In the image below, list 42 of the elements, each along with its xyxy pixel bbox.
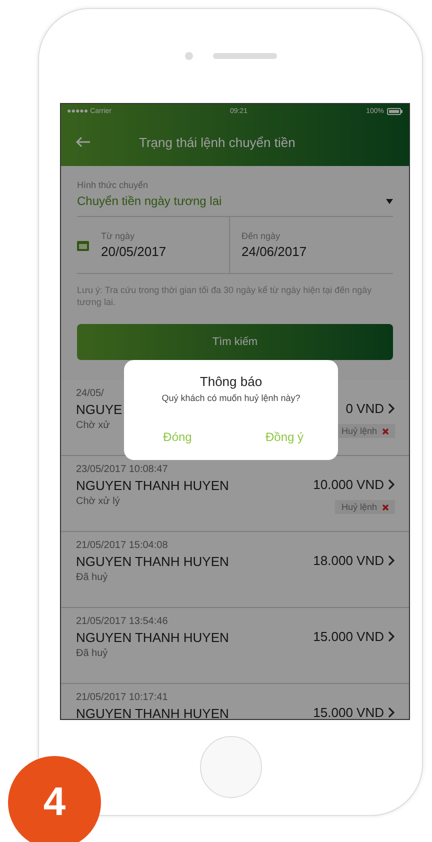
chevron-right-icon[interactable] xyxy=(388,479,395,490)
recipient-name: NGUYEN THANH HUYEN xyxy=(76,478,229,494)
order-amount: 0 VND xyxy=(346,401,384,416)
step-badge: 4 xyxy=(8,756,101,842)
order-row[interactable]: 21/05/2017 13:54:46 NGUYEN THANH HUYEN Đã huỷ 15.000 VND xyxy=(61,608,409,684)
caret-icon xyxy=(386,198,393,204)
order-status: Đã huỷ xyxy=(76,648,109,660)
search-button[interactable]: Tìm kiếm xyxy=(77,324,393,360)
chevron-right-icon[interactable] xyxy=(388,555,395,566)
order-row[interactable]: 21/05/2017 15:04:08 NGUYEN THANH HUYEN Đã huỷ 18.000 VND xyxy=(61,532,409,608)
chevron-right-icon[interactable] xyxy=(388,403,395,414)
order-amount: 18.000 VND xyxy=(313,553,384,568)
dialog-message: Quý khách có muốn huỷ lệnh này? xyxy=(162,393,300,403)
order-datetime: 21/05/2017 15:04:08 xyxy=(76,540,169,552)
recipient-name: NGUYEN THANH HUYEN xyxy=(76,554,229,570)
close-icon xyxy=(382,504,389,511)
order-status: Chờ xử xyxy=(76,420,111,432)
order-datetime: 24/05/ xyxy=(76,388,105,400)
order-status: Đã huỷ xyxy=(76,572,109,584)
order-amount: 15.000 VND xyxy=(313,705,384,719)
calendar-icon xyxy=(77,240,89,250)
order-datetime: 21/05/2017 10:17:41 xyxy=(76,692,169,704)
chevron-right-icon[interactable] xyxy=(388,707,395,718)
order-datetime: 23/05/2017 10:08:47 xyxy=(76,464,169,476)
order-amount: 15.000 VND xyxy=(313,629,384,644)
recipient-name: NGUYEN THANH HUYEN xyxy=(76,630,229,646)
order-amount: 10.000 VND xyxy=(313,477,384,492)
camera-icon xyxy=(184,52,192,60)
to-date-field[interactable]: Đến ngày 24/06/2017 xyxy=(242,231,307,259)
field-label: Hình thức chuyển xyxy=(77,180,150,190)
recipient-name: NGUYEN THANH HUYEN xyxy=(76,706,229,719)
chevron-right-icon[interactable] xyxy=(388,631,395,642)
dialog-title: Thông báo xyxy=(200,374,262,389)
order-status: Chờ xử lý xyxy=(76,496,121,508)
speaker-icon xyxy=(212,53,276,59)
from-date-field[interactable]: Từ ngày 20/05/2017 xyxy=(101,231,166,259)
order-datetime: 21/05/2017 13:54:46 xyxy=(76,616,169,628)
battery-icon xyxy=(386,108,403,114)
recipient-name: NGUYE xyxy=(76,402,122,418)
close-icon xyxy=(382,428,389,435)
screen-title: Trạng thái lệnh chuyển tiền xyxy=(139,134,296,150)
back-arrow-icon[interactable] xyxy=(75,136,91,148)
